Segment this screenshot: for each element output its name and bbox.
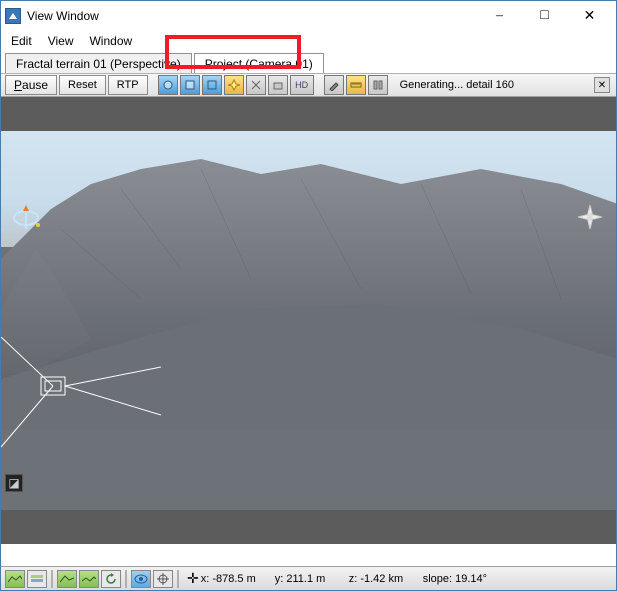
brush-icon[interactable] [324, 75, 344, 95]
lighting-icon[interactable] [224, 75, 244, 95]
titlebar: View Window – □ ✕ [1, 1, 616, 31]
render-mode-3-icon[interactable] [202, 75, 222, 95]
orientation-gizmo-icon[interactable] [11, 203, 41, 233]
measure-icon[interactable] [346, 75, 366, 95]
view-tabs: Fractal terrain 01 (Perspective) Project… [1, 51, 616, 73]
app-icon [5, 8, 21, 24]
tool-icon-2[interactable] [268, 75, 288, 95]
cursor-indicator-icon: ✛ [187, 570, 199, 587]
coord-z: z: -1.42 km [349, 573, 421, 585]
window-title: View Window [27, 9, 477, 23]
slope-readout: slope: 19.14° [423, 573, 513, 585]
maximize-button[interactable]: □ [522, 2, 567, 30]
terrain-layers-icon[interactable] [27, 570, 47, 588]
hd-button[interactable]: HD [290, 75, 314, 95]
render-status-text: Generating... detail 160 [400, 79, 592, 91]
tab-project-camera[interactable]: Project (Camera 01) [194, 53, 324, 73]
camera-wireframe [1, 337, 161, 457]
refresh-icon[interactable] [101, 570, 121, 588]
menubar: Edit View Window [1, 31, 616, 51]
menu-window[interactable]: Window [81, 32, 140, 50]
close-button[interactable]: ✕ [567, 2, 612, 30]
exposure-toggle-icon[interactable]: ◪ [5, 474, 23, 492]
visibility-icon[interactable] [131, 570, 151, 588]
reset-button[interactable]: Reset [59, 75, 106, 95]
terrain-view-3-icon[interactable] [79, 570, 99, 588]
minimize-button[interactable]: – [477, 2, 522, 30]
3d-viewport[interactable]: ◪ [1, 97, 616, 544]
pause-button[interactable]: Pause [5, 75, 57, 95]
coord-x: x: -878.5 m [201, 573, 273, 585]
terrain-view-1-icon[interactable] [5, 570, 25, 588]
terrain-view-2-icon[interactable] [57, 570, 77, 588]
settings-icon[interactable] [368, 75, 388, 95]
render-toolbar: Pause Reset RTP HD Generating... detail … [1, 73, 616, 97]
statusbar: ✛ x: -878.5 m y: 211.1 m z: -1.42 km slo… [1, 566, 616, 590]
coord-y: y: 211.1 m [275, 573, 347, 585]
cancel-render-button[interactable]: ✕ [594, 77, 610, 93]
menu-view[interactable]: View [40, 32, 82, 50]
render-mode-2-icon[interactable] [180, 75, 200, 95]
menu-edit[interactable]: Edit [3, 32, 40, 50]
rtp-button[interactable]: RTP [108, 75, 148, 95]
render-mode-1-icon[interactable] [158, 75, 178, 95]
compass-rose-icon[interactable] [576, 203, 604, 231]
tool-icon-1[interactable] [246, 75, 266, 95]
tab-fractal-terrain-perspective[interactable]: Fractal terrain 01 (Perspective) [5, 53, 192, 73]
target-icon[interactable] [153, 570, 173, 588]
